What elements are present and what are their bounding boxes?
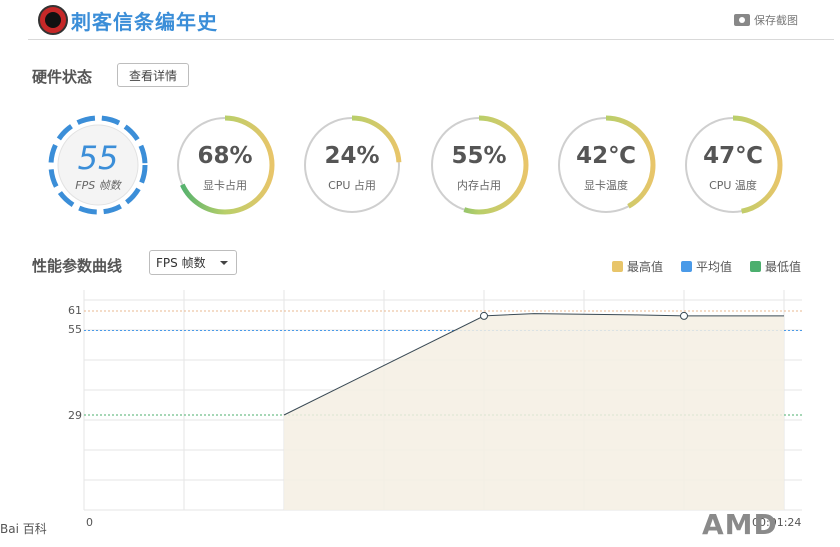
y-tick-avg: 55: [68, 323, 82, 336]
legend-max: 最高值: [612, 258, 663, 275]
gpu-temp-value: 42℃: [576, 143, 636, 169]
fps-gauge: 55 FPS 帧数: [46, 113, 150, 217]
header: 刺客信条编年史 保存截图: [0, 0, 840, 40]
memory-usage-label: 内存占用: [457, 179, 501, 192]
app-title: 刺客信条编年史: [71, 10, 218, 34]
baidu-watermark: Bai 百科: [0, 522, 47, 536]
legend-min: 最低值: [750, 258, 801, 275]
x-tick-start: 0: [86, 516, 93, 529]
save-screenshot-label: 保存截图: [754, 14, 798, 27]
legend-max-label: 最高值: [627, 260, 664, 274]
performance-curve-title: 性能参数曲线: [32, 257, 123, 275]
legend-avg-swatch: [681, 261, 692, 272]
legend-min-swatch: [750, 261, 761, 272]
gpu-temp-label: 显卡温度: [584, 179, 628, 192]
cpu-usage-gauge: 24% CPU 占用: [300, 113, 404, 217]
header-divider: [28, 39, 834, 40]
gpu-temp-gauge: 42℃ 显卡温度: [554, 113, 658, 217]
fps-value: 55: [77, 139, 119, 177]
fps-area: [284, 313, 784, 510]
legend-avg-label: 平均值: [696, 260, 733, 274]
metric-select[interactable]: FPS 帧数: [149, 250, 237, 275]
chevron-down-icon: [220, 261, 228, 265]
cpu-usage-value: 24%: [324, 143, 380, 169]
cpu-usage-label: CPU 占用: [328, 179, 376, 192]
performance-chart: [83, 290, 802, 511]
gpu-usage-value: 68%: [197, 143, 253, 169]
amd-logo: AMD: [702, 508, 778, 541]
memory-usage-gauge: 55% 内存占用: [427, 113, 531, 217]
cpu-temp-gauge: 47℃ CPU 温度: [681, 113, 785, 217]
cpu-temp-label: CPU 温度: [709, 179, 757, 192]
memory-usage-value: 55%: [451, 143, 507, 169]
hardware-status-title: 硬件状态: [32, 68, 93, 86]
assassin-logo-icon: [38, 5, 68, 35]
fps-point: [680, 311, 688, 320]
legend-avg: 平均值: [681, 258, 732, 275]
fps-label: FPS 帧数: [75, 179, 121, 192]
y-tick-max: 61: [68, 304, 82, 317]
save-screenshot-button[interactable]: 保存截图: [734, 12, 798, 28]
gpu-usage-gauge: 68% 显卡占用: [173, 113, 277, 217]
legend-max-swatch: [612, 261, 623, 272]
camera-icon: [734, 14, 750, 26]
fps-point: [480, 311, 488, 320]
metric-select-value: FPS 帧数: [156, 256, 206, 270]
y-tick-min: 29: [68, 409, 82, 422]
view-details-button[interactable]: 查看详情: [117, 63, 189, 87]
legend-min-label: 最低值: [765, 260, 802, 274]
cpu-temp-value: 47℃: [703, 143, 763, 169]
gpu-usage-label: 显卡占用: [203, 179, 247, 192]
